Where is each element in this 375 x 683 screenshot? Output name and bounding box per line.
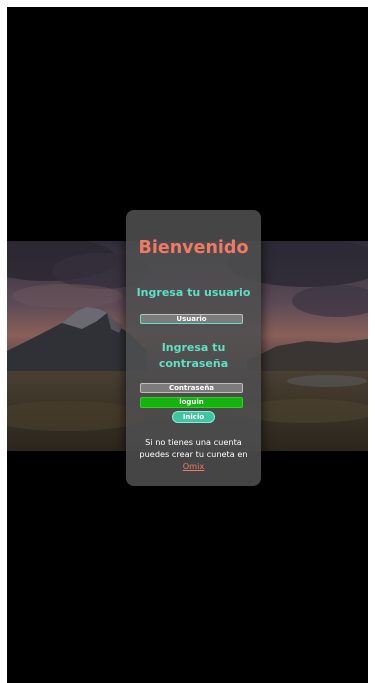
app-viewport: Bienvenido Ingresa tu usuario Usuario In…	[7, 7, 368, 683]
password-prompt: Ingresa tu contraseña	[158, 341, 229, 370]
username-input[interactable]: Usuario	[140, 314, 243, 324]
home-button[interactable]: Inicio	[172, 411, 215, 423]
signup-text: Si no tienes una cuenta puedes crear tu …	[139, 437, 248, 459]
signup-note: Si no tienes una cuenta puedes crear tu …	[132, 436, 255, 472]
login-button[interactable]: loguin	[140, 397, 243, 408]
welcome-title: Bienvenido	[138, 238, 249, 258]
login-card: Bienvenido Ingresa tu usuario Usuario In…	[126, 210, 261, 486]
username-prompt: Ingresa tu usuario	[136, 286, 251, 299]
password-input[interactable]: Contraseña	[140, 383, 243, 393]
signup-link[interactable]: Omix	[183, 461, 205, 471]
